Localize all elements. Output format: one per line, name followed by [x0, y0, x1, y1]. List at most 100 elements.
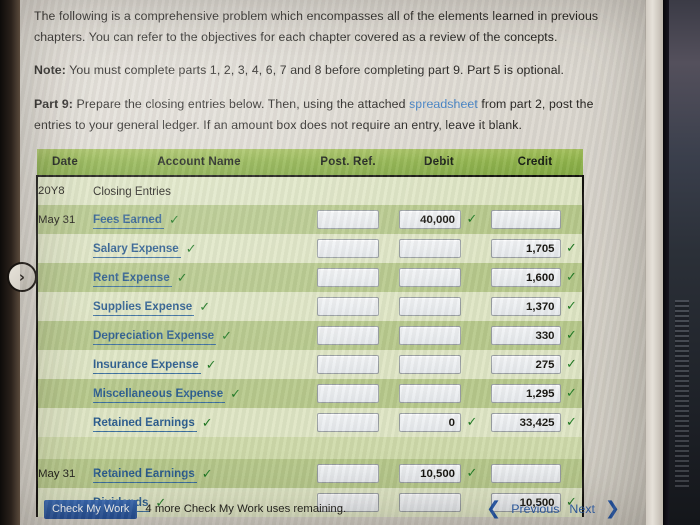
post-ref-input[interactable] — [317, 464, 379, 483]
account-name-select[interactable]: Rent Expense — [93, 270, 172, 287]
cell-account-name: Fees Earned ✓ — [93, 205, 305, 234]
debit-input[interactable] — [399, 355, 461, 374]
previous-button[interactable]: Previous — [511, 502, 559, 516]
account-name-select[interactable]: Insurance Expense — [93, 357, 201, 374]
account-name-wrapper: Rent Expense ✓ — [93, 270, 188, 287]
chevron-left-icon[interactable]: ❮ — [486, 500, 501, 518]
post-ref-input[interactable] — [317, 413, 379, 432]
credit-input[interactable] — [490, 210, 561, 229]
debit-cell — [391, 176, 487, 205]
post-ref-cell — [305, 459, 391, 488]
debit-input[interactable] — [399, 384, 461, 403]
note-text: You must complete parts 1, 2, 3, 4, 6, 7… — [69, 63, 564, 77]
debit-cell: ✓ — [391, 350, 487, 379]
debit-cell: 0 ✓ — [391, 408, 487, 437]
browser-page: › The following is a comprehensive probl… — [7, 0, 646, 525]
credit-input[interactable]: 1,370 — [490, 297, 561, 316]
credit-input[interactable]: 275 — [490, 355, 561, 374]
debit-input[interactable]: 40,000 — [399, 210, 461, 229]
account-name-wrapper: Retained Earnings ✓ — [93, 466, 213, 483]
post-ref-input[interactable] — [317, 297, 379, 316]
debit-input[interactable] — [399, 297, 461, 316]
debit-input[interactable] — [399, 326, 461, 345]
credit-input[interactable]: 330 — [490, 326, 561, 345]
check-icon: ✓ — [566, 415, 577, 430]
cell-account-name: Retained Earnings ✓ — [93, 459, 305, 488]
credit-cell: 330 ✓ — [487, 321, 584, 350]
credit-cell: 33,425 ✓ — [487, 408, 584, 437]
check-icon: ✓ — [230, 387, 242, 402]
check-icon: ✓ — [566, 299, 577, 314]
post-ref-input[interactable] — [317, 355, 379, 374]
spacer-cell — [487, 437, 584, 459]
cell-account-name: Supplies Expense ✓ — [93, 292, 305, 321]
side-panel-expand-button[interactable]: › — [7, 262, 37, 292]
column-header-date: Date — [37, 149, 93, 177]
post-ref-input[interactable] — [317, 239, 379, 258]
cell-account-name: Depreciation Expense ✓ — [93, 321, 305, 350]
check-icon: ✓ — [199, 300, 211, 315]
credit-input[interactable] — [490, 464, 561, 483]
bottom-action-bar: Check My Work 4 more Check My Work uses … — [20, 493, 646, 525]
spacer-cell — [305, 437, 391, 459]
check-my-work-button[interactable]: Check My Work — [44, 499, 138, 519]
table-row: Depreciation Expense ✓✓ 330✓ — [36, 321, 584, 350]
column-header-debit: Debit — [391, 149, 487, 177]
column-header-post-ref: Post. Ref. — [305, 149, 391, 177]
spacer-date-cell — [36, 437, 93, 459]
account-name-select[interactable]: Salary Expense — [93, 241, 181, 258]
intro-paragraph: The following is a comprehensive problem… — [34, 9, 599, 44]
table-row: May 31Retained Earnings ✓ 10,500 ✓ ✓ — [36, 459, 584, 488]
debit-cell: ✓ — [391, 263, 487, 292]
credit-cell: ✓ — [487, 459, 584, 488]
cell-account-name: Insurance Expense ✓ — [93, 350, 305, 379]
chevron-right-icon[interactable]: ❯ — [605, 500, 620, 518]
debit-input[interactable] — [399, 239, 461, 258]
next-button[interactable]: Next — [569, 502, 594, 516]
table-header: Date Account Name Post. Ref. Debit Credi… — [37, 149, 583, 177]
table-row: May 31Fees Earned ✓ 40,000 ✓ ✓ — [36, 205, 584, 234]
column-header-account-name: Account Name — [93, 149, 305, 177]
account-name-select[interactable]: Miscellaneous Expense — [93, 386, 226, 403]
account-name-select[interactable]: Retained Earnings — [93, 415, 197, 432]
check-my-work-uses-remaining: 4 more Check My Work uses remaining. — [145, 503, 347, 515]
cell-account-name: Miscellaneous Expense ✓ — [93, 379, 305, 408]
note-label: Note: — [34, 63, 66, 77]
account-name-select[interactable]: Retained Earnings — [93, 466, 197, 483]
debit-input[interactable] — [399, 268, 461, 287]
post-ref-cell — [305, 379, 391, 408]
check-icon: ✓ — [221, 329, 233, 344]
cell-account-name: Closing Entries — [93, 176, 305, 205]
post-ref-cell — [305, 176, 391, 205]
account-name-wrapper: Insurance Expense ✓ — [93, 357, 217, 374]
account-name-select[interactable]: Fees Earned — [93, 212, 164, 229]
credit-input[interactable]: 1,295 — [490, 384, 561, 403]
cell-date: May 31 — [36, 205, 93, 234]
credit-input[interactable]: 1,705 — [490, 239, 561, 258]
account-name-select[interactable]: Supplies Expense — [93, 299, 195, 316]
credit-input[interactable]: 1,600 — [490, 268, 561, 287]
account-name-select[interactable]: Depreciation Expense — [93, 328, 217, 345]
post-ref-input[interactable] — [317, 210, 379, 229]
post-ref-cell — [305, 321, 391, 350]
check-icon: ✓ — [176, 271, 188, 286]
table-row: Salary Expense✓✓1,705✓ — [36, 234, 584, 263]
table-row: Insurance Expense✓✓275✓ — [36, 350, 584, 379]
debit-cell: 10,500 ✓ — [391, 459, 487, 488]
credit-cell: 1,295 ✓ — [487, 379, 584, 408]
post-ref-input[interactable] — [317, 384, 379, 403]
credit-input[interactable]: 33,425 — [490, 413, 561, 432]
debit-input[interactable]: 10,500 — [399, 464, 461, 483]
check-icon: ✓ — [466, 415, 478, 430]
note-paragraph: Note: You must complete parts 1, 2, 3, 4… — [34, 60, 618, 81]
column-header-credit: Credit — [487, 149, 583, 177]
screen-right-edge — [645, 0, 664, 525]
journal-table-container: Date Account Name Post. Ref. Debit Credi… — [36, 149, 584, 517]
post-ref-input[interactable] — [317, 268, 379, 287]
part9-paragraph: Part 9: Prepare the closing entries belo… — [34, 94, 618, 136]
spreadsheet-link[interactable]: spreadsheet — [409, 97, 478, 111]
table-spacer-row — [36, 437, 584, 459]
cell-date — [36, 234, 93, 263]
post-ref-input[interactable] — [317, 326, 379, 345]
debit-input[interactable]: 0 — [399, 413, 461, 432]
